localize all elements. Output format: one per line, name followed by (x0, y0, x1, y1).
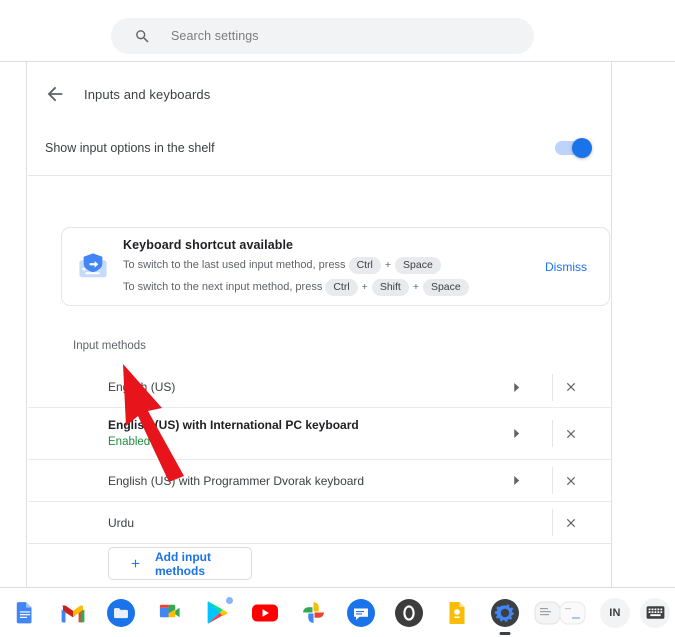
keyboard-shortcut-body: Keyboard shortcut available To switch to… (123, 238, 545, 296)
remove-input-method-button[interactable] (553, 380, 588, 394)
shelf-keyboard-button[interactable] (640, 597, 670, 628)
meet-icon (159, 604, 180, 618)
close-icon (566, 518, 575, 527)
key-chip-space: Space (395, 256, 441, 274)
input-methods-section-label: Input methods (73, 340, 146, 352)
key-separator: + (384, 259, 392, 271)
divider (28, 175, 611, 176)
shelf-locale-indicator[interactable]: IN (600, 597, 630, 628)
window-preview-icon (534, 601, 586, 624)
search-input[interactable]: Search settings (111, 18, 534, 54)
key-chip-ctrl: Ctrl (348, 256, 381, 274)
input-method-name: English (US) (108, 380, 176, 394)
plus-icon (131, 559, 140, 568)
dismiss-button[interactable]: Dismiss (545, 260, 587, 274)
table-row[interactable]: English (US) (28, 367, 611, 407)
keyboard-shortcut-card: Keyboard shortcut available To switch to… (61, 227, 610, 306)
photos-icon (302, 602, 324, 623)
close-icon (566, 382, 575, 392)
keyboard-shortcut-icon (79, 252, 107, 277)
shelf-app-play-store[interactable] (200, 596, 234, 630)
active-app-indicator (499, 632, 511, 635)
show-input-options-text: Show input options in the shelf (45, 140, 555, 157)
chromeos-shelf: IN (0, 587, 675, 637)
input-method-name: English (US) with Programmer Dvorak keyb… (108, 473, 365, 488)
page-title: Inputs and keyboards (84, 86, 211, 102)
shelf-app-files[interactable] (104, 596, 138, 630)
shortcut-line2-text: To switch to the next input method, pres… (123, 281, 323, 293)
keyboard-shortcut-heading: Keyboard shortcut available (123, 237, 294, 252)
show-input-options-row[interactable]: Show input options in the shelf (28, 126, 611, 170)
search-icon (136, 29, 149, 43)
back-arrow-icon[interactable] (44, 83, 66, 105)
chevron-right-icon[interactable] (512, 475, 521, 486)
shortcut-line1-text: To switch to the last used input method,… (123, 259, 346, 271)
table-row[interactable]: English (US) with Programmer Dvorak keyb… (28, 459, 611, 501)
key-separator-3: + (412, 281, 419, 293)
shelf-locale-label: IN (609, 606, 621, 619)
play-store-icon (207, 601, 227, 624)
shelf-app-chat[interactable] (344, 596, 378, 630)
input-methods-list: English (US) English (US) with Internati… (28, 367, 611, 544)
search-placeholder: Search settings (171, 29, 259, 43)
settings-left-rail (0, 62, 27, 587)
keep-icon (449, 601, 465, 624)
opera-icon (395, 598, 423, 627)
shelf-app-gmail[interactable] (56, 596, 90, 630)
shelf-apps: IN (0, 588, 675, 637)
shelf-app-docs[interactable] (8, 596, 42, 630)
table-row[interactable]: English (US) with International PC keybo… (28, 407, 611, 459)
keyboard-shortcut-line-2: To switch to the next input method, pres… (123, 278, 545, 296)
input-method-status: Enabled (108, 436, 151, 448)
table-row[interactable]: Urdu (28, 501, 611, 543)
divider (28, 543, 611, 544)
chevron-right-icon[interactable] (512, 428, 521, 439)
show-input-options-label: Show input options in the shelf (45, 140, 215, 155)
add-input-methods-label: Add input methods (155, 549, 211, 578)
input-method-name: English (US) with International PC keybo… (108, 418, 359, 432)
remove-input-method-button[interactable] (553, 474, 588, 488)
settings-gear-icon (491, 598, 519, 627)
key-chip-shift: Shift (371, 278, 409, 296)
add-input-methods-button[interactable]: Add input methods (108, 547, 252, 580)
shelf-window-preview[interactable] (534, 596, 586, 630)
chat-icon (347, 598, 375, 627)
shelf-app-settings[interactable] (488, 596, 522, 635)
close-icon (566, 476, 575, 485)
keyboard-shortcut-line-1: To switch to the last used input method,… (123, 256, 545, 274)
key-chip-space-2: Space (422, 278, 469, 296)
shelf-app-youtube[interactable] (248, 596, 282, 630)
chromeos-settings-screen: Search settings Inputs and keyboards Sho… (0, 0, 675, 637)
on-screen-keyboard-icon (646, 606, 664, 619)
shelf-app-keep[interactable] (440, 596, 474, 630)
settings-topbar: Search settings (0, 0, 675, 62)
page-header: Inputs and keyboards (28, 71, 611, 117)
youtube-icon (252, 604, 278, 621)
input-method-text: English (US) (108, 379, 512, 395)
key-separator-2: + (361, 281, 368, 293)
toggle-knob (572, 138, 592, 158)
settings-right-rail (611, 62, 675, 587)
gmail-icon (61, 605, 85, 622)
remove-input-method-button[interactable] (553, 427, 588, 441)
shelf-app-opera[interactable] (392, 596, 426, 630)
input-method-text: English (US) with Programmer Dvorak keyb… (108, 473, 512, 489)
shelf-app-meet[interactable] (152, 596, 186, 630)
shelf-app-photos[interactable] (296, 596, 330, 630)
input-method-text: English (US) with International PC keybo… (108, 417, 512, 450)
settings-content-panel: Inputs and keyboards Show input options … (28, 62, 611, 587)
key-chip-ctrl-2: Ctrl (325, 278, 358, 296)
close-icon (566, 429, 575, 438)
remove-input-method-button[interactable] (553, 516, 588, 530)
docs-icon (16, 601, 32, 623)
show-input-options-toggle[interactable] (555, 138, 592, 158)
chevron-right-icon[interactable] (512, 382, 521, 393)
input-method-name: Urdu (108, 515, 135, 530)
play-store-badge (226, 596, 233, 604)
files-icon (107, 598, 135, 627)
input-method-text: Urdu (108, 515, 512, 531)
